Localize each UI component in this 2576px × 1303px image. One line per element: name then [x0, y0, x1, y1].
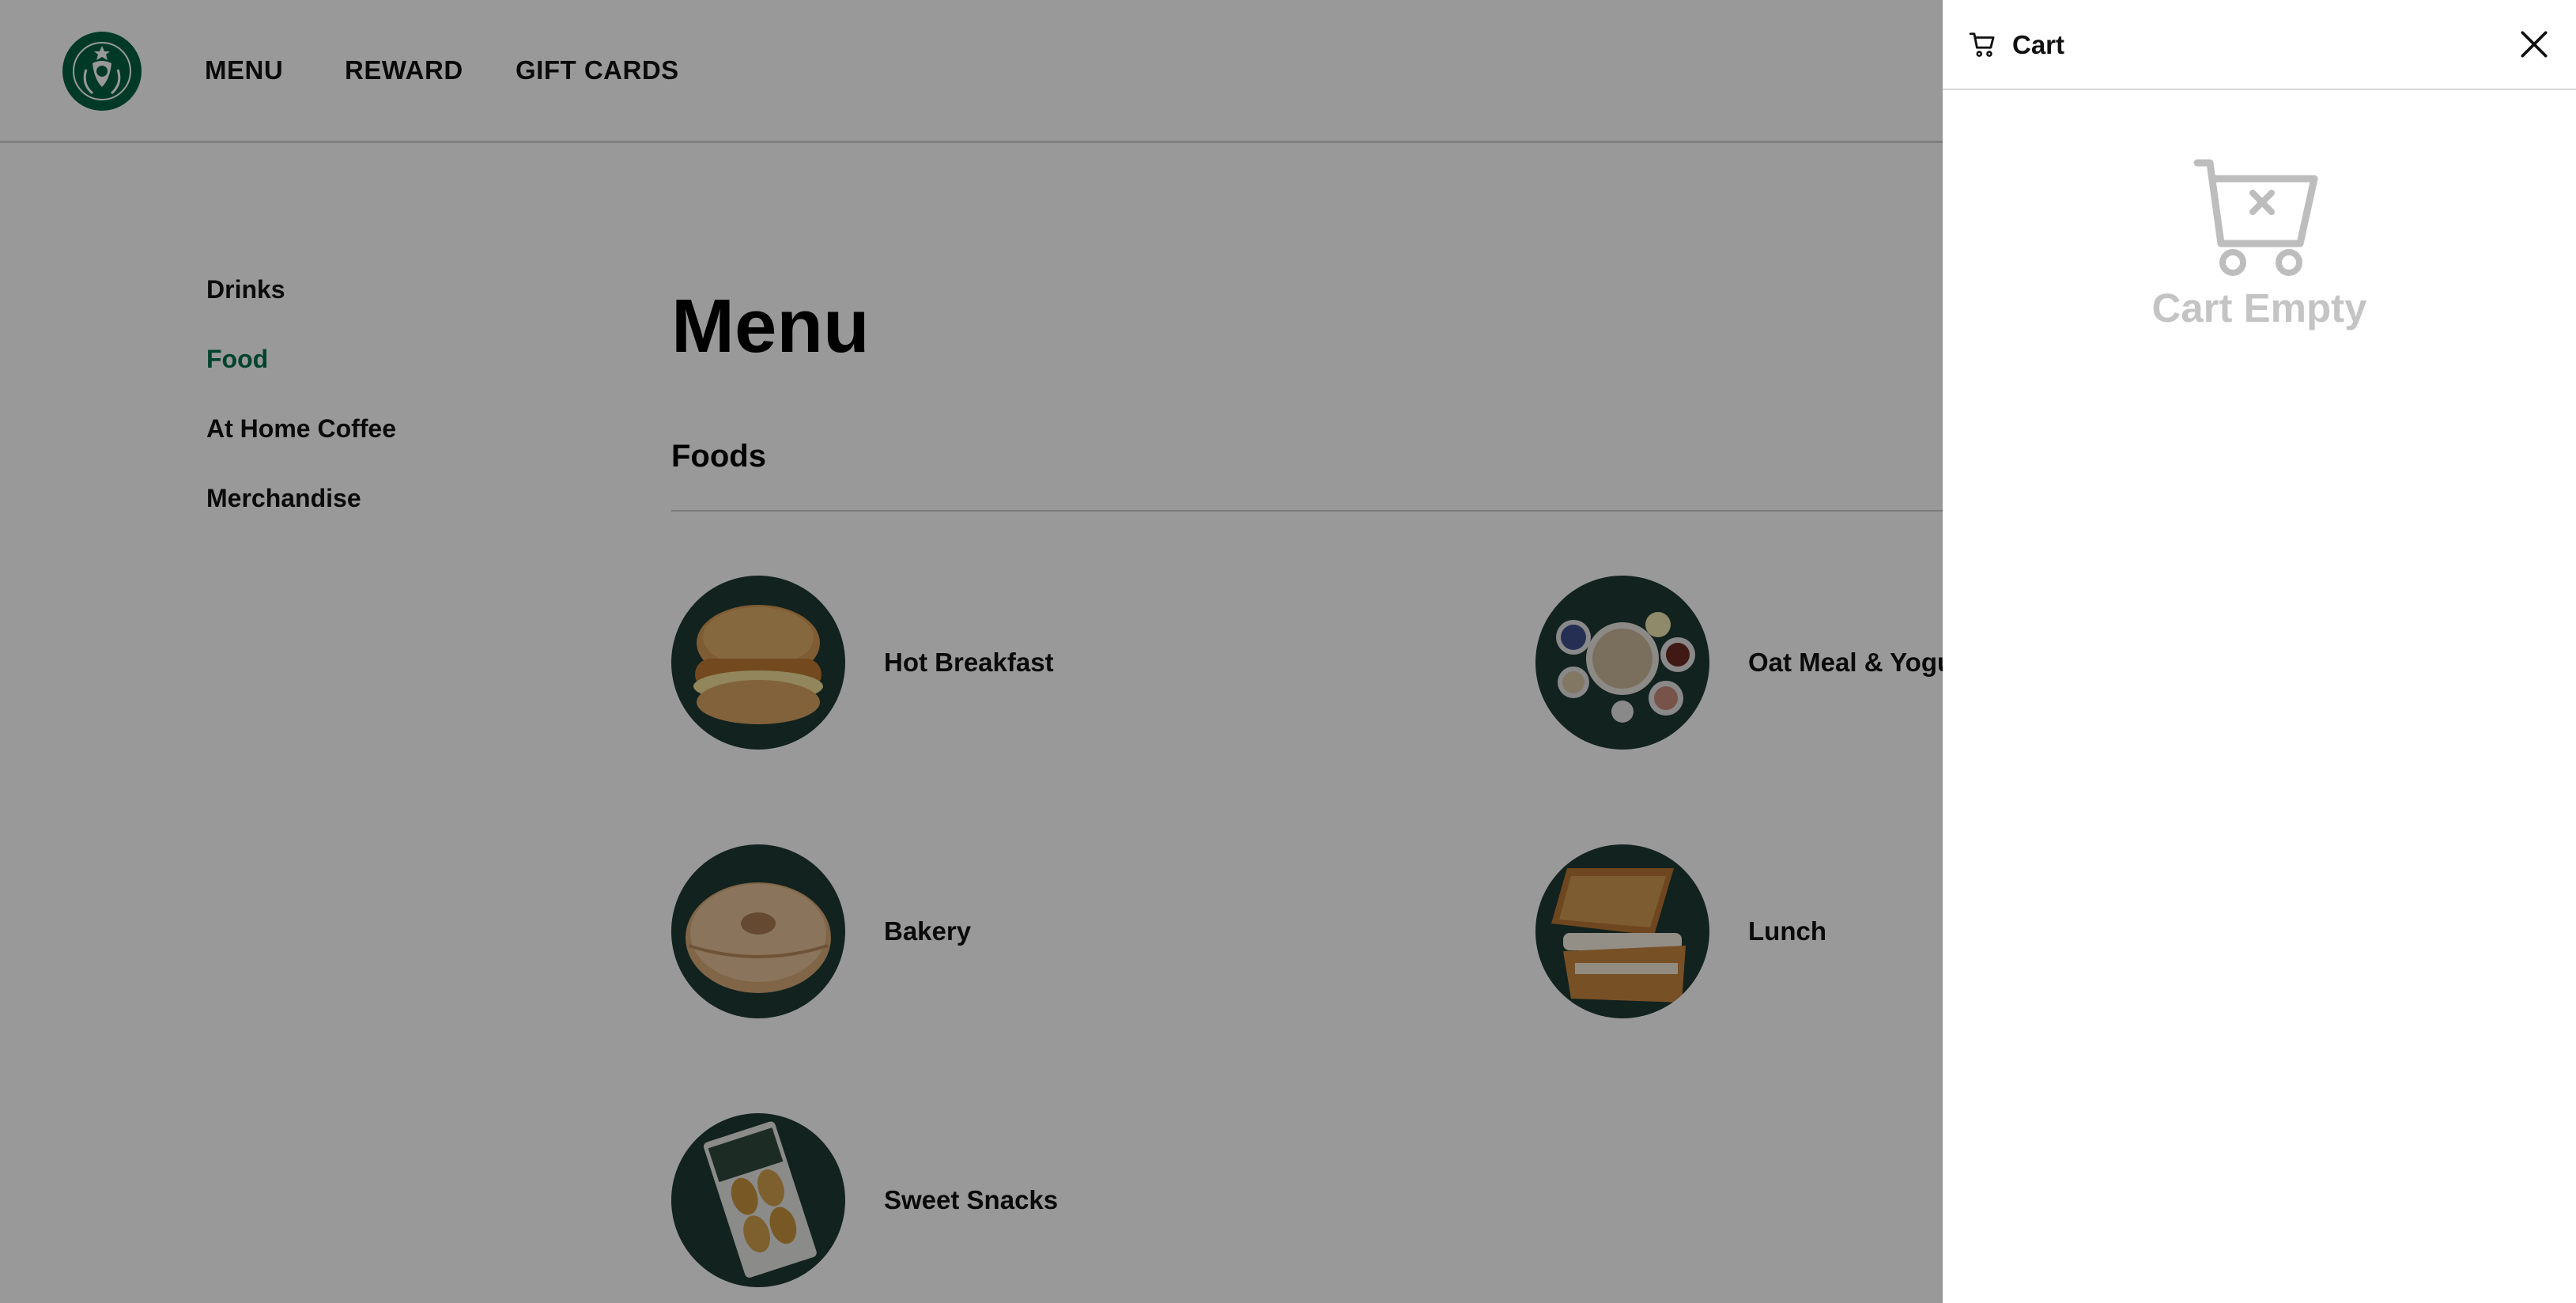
close-icon[interactable]: [2517, 27, 2551, 62]
cart-drawer-header: Cart: [1943, 0, 2576, 90]
cart-icon: [1969, 32, 1995, 57]
cart-drawer: Cart Cart Empty: [1943, 0, 2576, 1303]
cart-empty-message: Cart Empty: [2151, 285, 2367, 330]
empty-cart-icon: [2193, 159, 2318, 276]
page: MENU REWARD GIFT CARDS Drinks Food At Ho…: [0, 0, 2576, 1303]
cart-title: Cart: [2012, 30, 2065, 59]
